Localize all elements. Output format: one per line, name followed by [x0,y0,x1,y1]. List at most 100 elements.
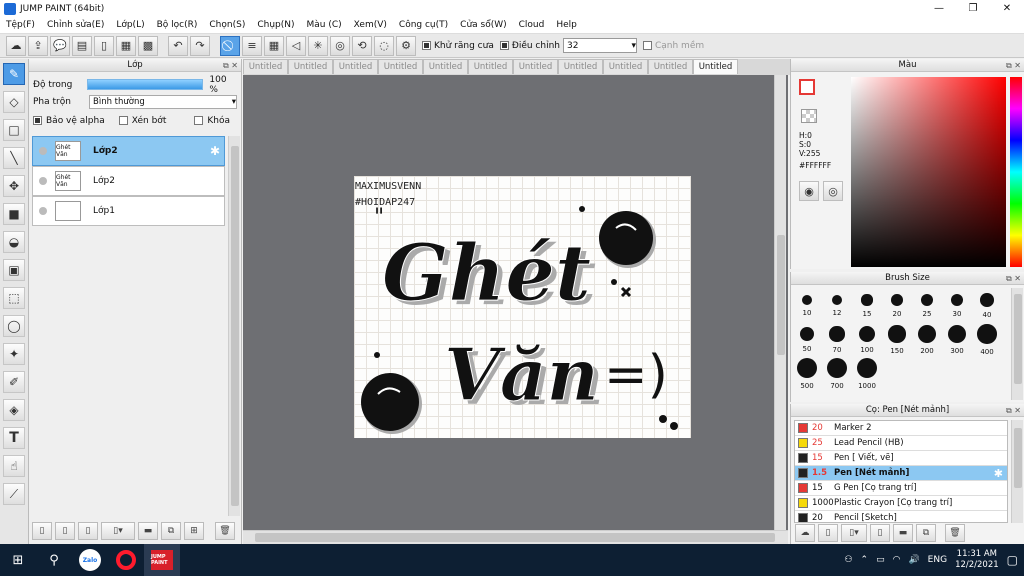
wifi-icon[interactable]: ◠ [893,555,901,565]
redo-icon[interactable]: ↷ [190,35,210,56]
folder-icon[interactable]: ▬ [138,522,158,540]
menu-help[interactable]: Help [550,20,583,30]
notification-icon[interactable]: ▢ [1007,553,1018,567]
pen-scrollbar[interactable] [1011,420,1023,523]
bucket-tool-icon[interactable]: ◒ [3,231,25,253]
tab-untitled[interactable]: Untitled [558,59,603,74]
brush-copy-icon[interactable]: ▯ [870,524,890,542]
windows-start-icon[interactable]: ⊞ [0,544,36,576]
opacity-slider[interactable] [87,79,204,90]
opera-app-icon[interactable] [108,544,144,576]
menu-select[interactable]: Chọn(S) [203,20,251,30]
snap-settings-icon[interactable]: ⚙ [396,35,416,56]
language-indicator[interactable]: ENG [928,555,947,565]
menu-layer[interactable]: Lớp(L) [110,20,150,30]
new-layer-8bit-icon[interactable]: ▯ [55,522,75,540]
snap-off-icon[interactable]: ⃠ [220,35,240,56]
snap-grid-icon[interactable]: ▦ [264,35,284,56]
rectangle-tool-icon[interactable]: □ [3,119,25,141]
layer-item[interactable]: Lớp1 [32,196,225,226]
brush-add-menu-icon[interactable]: ▯▾ [841,524,867,542]
primary-color-swatch[interactable] [799,79,815,95]
menu-window[interactable]: Cửa sổ(W) [454,20,512,30]
brush-size-option[interactable]: 40 [973,290,1001,319]
rect-select-tool-icon[interactable]: ⬚ [3,287,25,309]
brush-size-option[interactable]: 200 [913,324,941,355]
gradient-tool-icon[interactable]: ▣ [3,259,25,281]
menu-view[interactable]: Xem(V) [348,20,393,30]
line-tool-icon[interactable]: ╲ [3,147,25,169]
list-item[interactable]: 20 Marker 2 [795,421,1007,436]
brush-size-option[interactable]: 1000 [853,358,881,390]
hue-slider[interactable] [1010,77,1022,267]
brush-folder-icon[interactable]: ▬ [893,524,913,542]
canvas-vscrollbar[interactable] [774,75,786,530]
brush-size-option[interactable]: 500 [793,358,821,390]
list-item[interactable]: 15 G Pen [Cọ trang trí] [795,481,1007,496]
menu-file[interactable]: Tệp(F) [0,20,41,30]
brush-scrollbar[interactable] [1011,288,1023,400]
gear-icon[interactable]: ✱ [994,467,1003,480]
antialias-toggle[interactable]: Khử răng cưa [422,41,494,51]
brush-size-option[interactable]: 300 [943,324,971,355]
transparent-swatch[interactable] [801,109,817,123]
jump-paint-app-icon[interactable]: JUMP PAINT [144,544,180,576]
comment-icon[interactable]: 💬 [50,35,70,56]
protect-alpha-checkbox[interactable] [33,116,42,125]
panel-controls[interactable]: ⧉ ✕ [1006,273,1021,285]
eyedropper-tool-icon[interactable]: ⟋ [3,483,25,505]
tab-untitled[interactable]: Untitled [513,59,558,74]
merge-layer-icon[interactable]: ⊞ [184,522,204,540]
close-button[interactable]: ✕ [990,0,1024,17]
brush-size-option[interactable]: 70 [823,324,851,354]
menu-edit[interactable]: Chỉnh sửa(E) [41,20,110,30]
scroll-thumb[interactable] [231,146,239,506]
lock-checkbox[interactable] [194,116,204,125]
blend-mode-select[interactable]: Bình thường ▾ [89,94,237,109]
lasso-tool-icon[interactable]: ◯ [3,315,25,337]
brush-size-option[interactable]: 25 [913,290,941,318]
move-tool-icon[interactable]: ✥ [3,175,25,197]
scroll-thumb[interactable] [777,235,785,355]
palette-settings-icon[interactable]: ◎ [823,181,843,201]
brush-size-option[interactable]: 100 [853,324,881,354]
magic-wand-tool-icon[interactable]: ✦ [3,343,25,365]
clock[interactable]: 11:31 AM 12/2/2021 [955,549,999,571]
new-layer-icon[interactable]: ▯ [32,522,52,540]
brush-size-option[interactable]: 20 [883,290,911,318]
drawing-canvas[interactable]: MAXIMUSVENN #HOIDAP247 " Ghét Ghét Văn V… [354,176,691,438]
export-icon[interactable]: ⇪ [28,35,48,56]
antialias-checkbox[interactable] [422,41,431,50]
brush-new-icon[interactable]: ▯ [818,524,838,542]
grid-page-icon[interactable]: ▦ [116,35,136,56]
snap-radial-icon[interactable]: ✳ [308,35,328,56]
layer-item[interactable]: Ghét Văn Lớp2 [32,166,225,196]
tab-untitled[interactable]: Untitled [288,59,333,74]
smooth-checkbox[interactable] [642,41,652,50]
palette-icon[interactable]: ◉ [799,181,819,201]
brush-size-option[interactable]: 12 [823,290,851,317]
brush-size-option[interactable]: 700 [823,358,851,390]
menu-capture[interactable]: Chụp(N) [251,20,300,30]
correction-checkbox[interactable] [499,41,509,50]
search-icon[interactable]: ⚲ [36,544,72,576]
network-icon[interactable]: ▭ [876,555,885,565]
panel-controls[interactable]: ⧉ ✕ [223,60,238,72]
tab-untitled[interactable]: Untitled [468,59,513,74]
snap-perspective-icon[interactable]: ◁ [286,35,306,56]
text-tool-icon[interactable]: T [3,427,25,449]
select-pen-tool-icon[interactable]: ✐ [3,371,25,393]
zalo-app-icon[interactable]: Zalo [72,544,108,576]
clipping-checkbox[interactable] [118,116,128,125]
snap-curve-icon[interactable]: ⟲ [352,35,372,56]
fill-rect-tool-icon[interactable]: ■ [3,203,25,225]
scroll-thumb[interactable] [1014,294,1022,384]
visibility-icon[interactable] [39,147,47,155]
tab-untitled-active[interactable]: Untitled [693,59,738,74]
chevron-up-icon[interactable]: ⌃ [861,555,869,565]
snap-ellipse-icon[interactable]: ◌ [374,35,394,56]
list-item[interactable]: 15 Pen [ Viết, vẽ] [795,451,1007,466]
brush-cloud-icon[interactable]: ☁ [795,524,815,542]
color-picker-field[interactable] [851,77,1006,267]
menu-filter[interactable]: Bộ lọc(R) [151,20,204,30]
